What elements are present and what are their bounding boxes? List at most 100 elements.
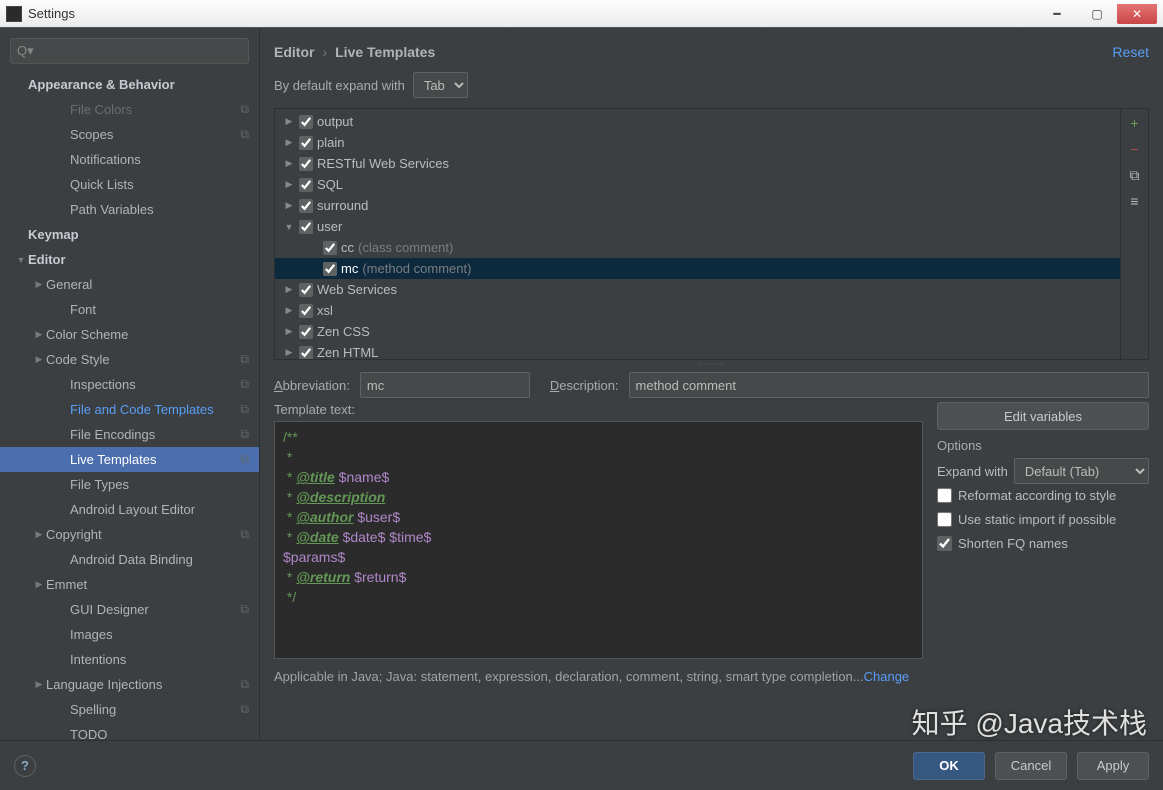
template-label: cc <box>341 240 354 255</box>
template-item-surround[interactable]: ▶surround <box>275 195 1120 216</box>
add-icon[interactable]: + <box>1127 115 1143 131</box>
sidebar-item-scopes[interactable]: Scopes⧉ <box>0 122 259 147</box>
sidebar-item-general[interactable]: ▶General <box>0 272 259 297</box>
desc-input[interactable] <box>629 372 1149 398</box>
edit-variables-button[interactable]: Edit variables <box>937 402 1149 430</box>
chevron-icon: ▼ <box>283 222 295 232</box>
template-checkbox[interactable] <box>299 304 313 318</box>
template-checkbox[interactable] <box>299 157 313 171</box>
template-item-web-services[interactable]: ▶Web Services <box>275 279 1120 300</box>
sidebar-item-notifications[interactable]: Notifications <box>0 147 259 172</box>
sidebar-item-label: Font <box>70 302 259 317</box>
template-text-editor[interactable]: /** * * @title $name$ * @description * @… <box>274 421 923 659</box>
sidebar-item-emmet[interactable]: ▶Emmet <box>0 572 259 597</box>
sidebar-item-copyright[interactable]: ▶Copyright⧉ <box>0 522 259 547</box>
template-checkbox[interactable] <box>323 262 337 276</box>
template-checkbox[interactable] <box>299 199 313 213</box>
close-button[interactable]: ✕ <box>1117 4 1157 24</box>
template-checkbox[interactable] <box>299 115 313 129</box>
sidebar-item-file-types[interactable]: File Types <box>0 472 259 497</box>
shorten-fq-checkbox[interactable] <box>937 536 952 551</box>
sidebar-item-file-and-code-templates[interactable]: File and Code Templates⧉ <box>0 397 259 422</box>
template-item-zen-css[interactable]: ▶Zen CSS <box>275 321 1120 342</box>
template-item-restful-web-services[interactable]: ▶RESTful Web Services <box>275 153 1120 174</box>
sidebar-item-gui-designer[interactable]: GUI Designer⧉ <box>0 597 259 622</box>
expand-select[interactable]: Tab <box>413 72 468 98</box>
ok-button[interactable]: OK <box>913 752 985 780</box>
sidebar-item-todo[interactable]: TODO <box>0 722 259 740</box>
template-checkbox[interactable] <box>299 346 313 360</box>
sidebar-item-code-style[interactable]: ▶Code Style⧉ <box>0 347 259 372</box>
sidebar-item-android-data-binding[interactable]: Android Data Binding <box>0 547 259 572</box>
template-checkbox[interactable] <box>299 325 313 339</box>
template-checkbox[interactable] <box>299 178 313 192</box>
sidebar-item-quick-lists[interactable]: Quick Lists <box>0 172 259 197</box>
template-toolbar: + − ⧉ ≡ <box>1120 109 1148 359</box>
template-item-cc[interactable]: cc (class comment) <box>275 237 1120 258</box>
settings-tree[interactable]: Appearance & BehaviorFile Colors⧉Scopes⧉… <box>0 68 259 740</box>
sidebar-item-label: Live Templates <box>70 452 240 467</box>
change-link[interactable]: Change <box>864 669 910 684</box>
sidebar-item-inspections[interactable]: Inspections⧉ <box>0 372 259 397</box>
copy-icon: ⧉ <box>240 677 249 692</box>
template-list[interactable]: ▶output▶plain▶RESTful Web Services▶SQL▶s… <box>275 109 1120 359</box>
template-item-output[interactable]: ▶output <box>275 111 1120 132</box>
sidebar-item-intentions[interactable]: Intentions <box>0 647 259 672</box>
sidebar-item-keymap[interactable]: Keymap <box>0 222 259 247</box>
template-checkbox[interactable] <box>299 136 313 150</box>
sidebar-item-file-encodings[interactable]: File Encodings⧉ <box>0 422 259 447</box>
sidebar-item-editor[interactable]: ▼Editor <box>0 247 259 272</box>
remove-icon[interactable]: − <box>1127 141 1143 157</box>
template-item-xsl[interactable]: ▶xsl <box>275 300 1120 321</box>
copy-icon: ⧉ <box>240 452 249 467</box>
static-import-checkbox[interactable] <box>937 512 952 527</box>
template-checkbox[interactable] <box>323 241 337 255</box>
splitter[interactable]: ┄┄┄┄ <box>274 360 1149 368</box>
template-item-sql[interactable]: ▶SQL <box>275 174 1120 195</box>
copy-icon: ⧉ <box>240 602 249 617</box>
template-item-user[interactable]: ▼user <box>275 216 1120 237</box>
template-label: surround <box>317 198 368 213</box>
minimize-button[interactable]: ━ <box>1037 4 1077 24</box>
sidebar-item-spelling[interactable]: Spelling⧉ <box>0 697 259 722</box>
copy-icon[interactable]: ⧉ <box>1127 167 1143 183</box>
chevron-icon: ▶ <box>32 579 46 590</box>
expand-with-select[interactable]: Default (Tab) <box>1014 458 1149 484</box>
maximize-button[interactable]: ▢ <box>1077 4 1117 24</box>
search-icon: Q▾ <box>17 43 34 59</box>
sidebar-item-color-scheme[interactable]: ▶Color Scheme <box>0 322 259 347</box>
copy-icon: ⧉ <box>240 427 249 442</box>
copy-icon: ⧉ <box>240 377 249 392</box>
sidebar-item-font[interactable]: Font <box>0 297 259 322</box>
help-button[interactable]: ? <box>14 755 36 777</box>
sidebar-item-android-layout-editor[interactable]: Android Layout Editor <box>0 497 259 522</box>
template-checkbox[interactable] <box>299 283 313 297</box>
copy-icon: ⧉ <box>240 127 249 142</box>
template-item-plain[interactable]: ▶plain <box>275 132 1120 153</box>
sidebar-item-label: Copyright <box>46 527 240 542</box>
abbrev-input[interactable] <box>360 372 530 398</box>
sidebar-item-label: Spelling <box>70 702 240 717</box>
sidebar-item-images[interactable]: Images <box>0 622 259 647</box>
expand-all-icon[interactable]: ≡ <box>1127 193 1143 209</box>
chevron-right-icon: › <box>322 44 327 60</box>
sidebar-item-file-colors[interactable]: File Colors⧉ <box>0 97 259 122</box>
options-label: Options <box>937 438 1149 453</box>
search-input[interactable]: Q▾ <box>10 38 249 64</box>
breadcrumb-root[interactable]: Editor <box>274 44 314 60</box>
sidebar-item-appearance-behavior[interactable]: Appearance & Behavior <box>0 72 259 97</box>
template-item-mc[interactable]: mc (method comment) <box>275 258 1120 279</box>
sidebar-item-language-injections[interactable]: ▶Language Injections⧉ <box>0 672 259 697</box>
sidebar-item-path-variables[interactable]: Path Variables <box>0 197 259 222</box>
reset-link[interactable]: Reset <box>1112 44 1149 60</box>
reformat-checkbox[interactable] <box>937 488 952 503</box>
breadcrumb-current: Live Templates <box>335 44 435 60</box>
cancel-button[interactable]: Cancel <box>995 752 1067 780</box>
sidebar-item-label: Android Data Binding <box>70 552 259 567</box>
apply-button[interactable]: Apply <box>1077 752 1149 780</box>
template-checkbox[interactable] <box>299 220 313 234</box>
sidebar-item-label: Emmet <box>46 577 259 592</box>
sidebar-item-live-templates[interactable]: Live Templates⧉ <box>0 447 259 472</box>
template-label: plain <box>317 135 344 150</box>
template-item-zen-html[interactable]: ▶Zen HTML <box>275 342 1120 359</box>
